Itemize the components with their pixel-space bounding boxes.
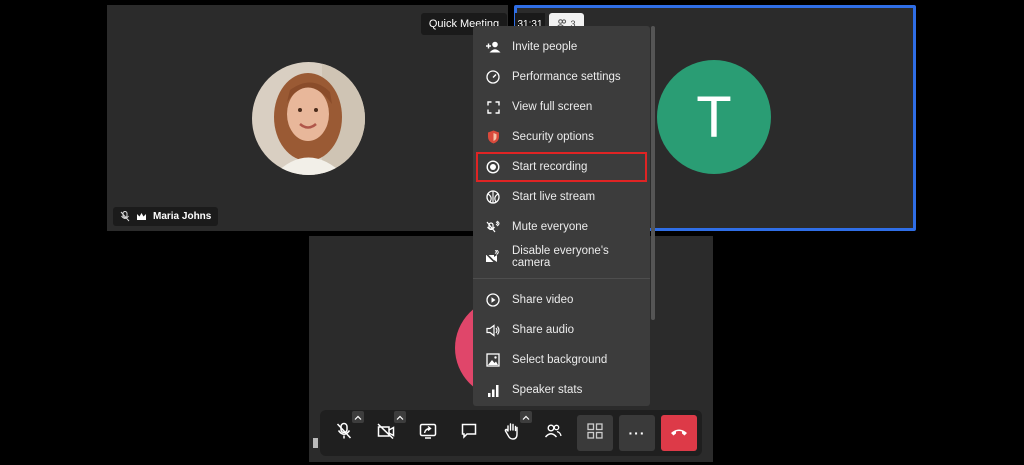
menu-item-view-full-screen[interactable]: View full screen: [473, 92, 650, 122]
mute-all-icon: [485, 219, 501, 235]
raise-hand-icon: [504, 422, 520, 445]
menu-divider: [473, 278, 650, 279]
menu-item-label: Share audio: [512, 324, 575, 336]
menu-item-label: Share video: [512, 294, 574, 306]
tile-edge-icon: [312, 436, 320, 450]
menu-item-mute-everyone[interactable]: Mute everyone: [473, 212, 650, 242]
menu-item-label: Speaker stats: [512, 384, 583, 396]
menu-item-label: Performance settings: [512, 71, 621, 83]
grid-icon: [587, 422, 603, 444]
menu-item-label: Disable everyone's camera: [511, 245, 609, 269]
menu-scrollbar[interactable]: [651, 26, 655, 320]
tile-view-button[interactable]: [577, 415, 613, 451]
fullscreen-icon: [485, 99, 501, 115]
bar-chart-icon: [485, 382, 501, 398]
image-icon: [485, 352, 501, 368]
menu-item-label: Invite people: [512, 41, 578, 53]
chevron-up-icon: [396, 415, 404, 420]
moderator-crown-icon: [136, 212, 147, 221]
participant-t-avatar: T: [657, 60, 771, 174]
more-actions-menu: Invite people Performance settings View …: [473, 26, 650, 406]
menu-item-performance-settings[interactable]: Performance settings: [473, 62, 650, 92]
camera-off-icon: [377, 422, 395, 444]
menu-item-disable-everyones-camera[interactable]: Disable everyone's camera: [473, 242, 650, 272]
menu-item-label: Mute everyone: [512, 221, 589, 233]
maria-avatar-photo: [252, 62, 365, 175]
avatar-initial: T: [696, 84, 732, 150]
camera-off-all-icon: [485, 249, 501, 265]
microphone-muted-icon: [336, 422, 352, 445]
live-stream-icon: [485, 189, 501, 205]
menu-item-label: Security options: [512, 131, 594, 143]
gauge-icon: [485, 69, 501, 85]
leave-call-button[interactable]: [661, 415, 697, 451]
menu-item-start-live-stream[interactable]: Start live stream: [473, 182, 650, 212]
mic-muted-icon: [120, 211, 130, 222]
screen-share-icon: [419, 423, 437, 444]
more-dots-icon: ···: [628, 425, 646, 441]
menu-item-label: Start recording: [512, 161, 588, 173]
play-icon: [485, 292, 501, 308]
participant-name-label: Maria Johns: [113, 207, 219, 226]
more-actions-button[interactable]: ···: [619, 415, 655, 451]
chat-icon: [461, 423, 477, 444]
menu-item-speaker-stats[interactable]: Speaker stats: [473, 375, 650, 405]
hangup-phone-icon: [670, 424, 688, 442]
meeting-toolbar: ···: [320, 410, 702, 456]
screen-share-button[interactable]: [410, 415, 446, 451]
add-person-icon: [485, 39, 501, 55]
microphone-options-caret[interactable]: [352, 411, 364, 423]
participants-button[interactable]: [535, 415, 571, 451]
shield-icon: [485, 129, 501, 145]
speaker-icon: [485, 322, 501, 338]
record-icon: [485, 159, 501, 175]
participants-icon: [544, 423, 562, 444]
menu-item-label: Select background: [512, 354, 608, 366]
menu-item-label: View full screen: [512, 101, 593, 113]
camera-options-caret[interactable]: [394, 411, 406, 423]
menu-item-share-audio[interactable]: Share audio: [473, 315, 650, 345]
menu-item-invite-people[interactable]: Invite people: [473, 32, 650, 62]
menu-item-select-background[interactable]: Select background: [473, 345, 650, 375]
menu-item-share-video[interactable]: Share video: [473, 285, 650, 315]
menu-item-label: Start live stream: [512, 191, 596, 203]
reactions-options-caret[interactable]: [520, 411, 532, 423]
menu-item-start-recording[interactable]: Start recording: [476, 152, 647, 182]
menu-item-security-options[interactable]: Security options: [473, 122, 650, 152]
chevron-up-icon: [522, 415, 530, 420]
chat-button[interactable]: [451, 415, 487, 451]
participant-name: Maria Johns: [153, 211, 212, 222]
chevron-up-icon: [354, 415, 362, 420]
